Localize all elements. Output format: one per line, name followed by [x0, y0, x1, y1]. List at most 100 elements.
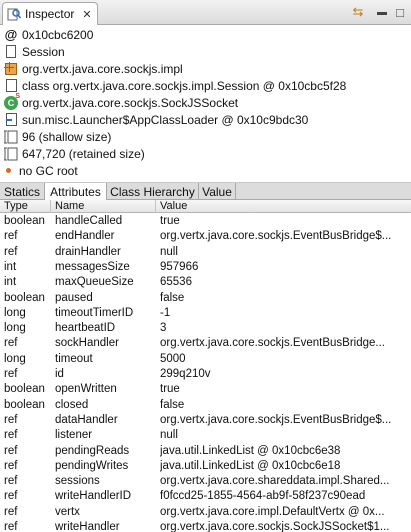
table-row[interactable]: ref id 299q210v [0, 367, 411, 382]
class-file-icon [4, 79, 18, 93]
superclass-row[interactable]: CS org.vertx.java.core.sockjs.SockJSSock… [4, 93, 239, 111]
attributes-table: Type Name Value boolean handleCalled true r… [0, 200, 411, 532]
table-row[interactable]: ref drainHandler null [0, 245, 411, 260]
cell-value: true [160, 383, 180, 396]
table-row[interactable]: int messagesSize 957966 [0, 260, 411, 275]
cell-value: 3 [160, 322, 167, 335]
maximize-icon[interactable]: □ [390, 3, 410, 21]
cell-name: timeout [55, 352, 93, 365]
tab-attributes[interactable]: Attributes [45, 183, 107, 200]
tab-value[interactable]: Value [199, 183, 236, 200]
class-icon: CS [4, 93, 20, 110]
column-header-type[interactable]: Type [0, 200, 51, 213]
cell-name: vertx [55, 505, 80, 518]
cell-value: null [160, 245, 178, 258]
retained-size-icon [4, 147, 18, 161]
table-row[interactable]: ref sessions org.vertx.java.core.shareddat… [0, 474, 411, 489]
cell-type: ref [4, 230, 18, 243]
cell-value: true [160, 215, 180, 227]
class-loader-value: sun.misc.Launcher$AppClassLoader @ 0x10c… [22, 112, 309, 127]
inspector-icon [7, 7, 22, 21]
table-row[interactable]: ref pendingReads java.util.LinkedList @ 0x… [0, 444, 411, 459]
table-row[interactable]: boolean paused false [0, 291, 411, 306]
cell-type: ref [4, 505, 18, 518]
cell-type: ref [4, 429, 18, 442]
cell-value: org.vertx.java.core.sockjs.EventBusBridg… [160, 230, 392, 243]
close-icon[interactable]: ✕ [82, 8, 91, 21]
column-header-value[interactable]: Value [156, 200, 411, 213]
class-object-row[interactable]: class org.vertx.java.core.sockjs.impl.Se… [4, 77, 346, 94]
cell-name: pendingWrites [55, 459, 129, 472]
package-icon [4, 62, 18, 76]
table-row[interactable]: boolean openWritten true [0, 382, 411, 397]
gc-root-dot-icon [6, 168, 11, 173]
minimize-icon[interactable]: ▬ [372, 3, 392, 21]
column-header-name[interactable]: Name [51, 200, 156, 213]
tab-statics[interactable]: Statics [0, 183, 45, 200]
cell-value: 299q210v [160, 368, 211, 380]
cell-type: long [4, 306, 26, 319]
cell-name: writeHandler [55, 521, 120, 532]
table-row[interactable]: int maxQueueSize 65536 [0, 275, 411, 290]
retained-size-row: 647,720 (retained size) [4, 145, 145, 162]
cell-value: org.vertx.java.core.sockjs.EventBusBridg… [160, 337, 385, 350]
shallow-size-value: 96 (shallow size) [22, 129, 112, 144]
cell-value: java.util.LinkedList @ 0x10cbc6e38 [160, 444, 341, 457]
object-summary: @ 0x10cbc6200 Session org.vertx.java.cor… [0, 25, 411, 183]
table-row[interactable]: ref vertx org.vertx.java.core.impl.Default… [0, 505, 411, 520]
table-row[interactable]: boolean handleCalled true [0, 214, 411, 229]
cell-name: writeHandlerID [55, 490, 132, 503]
cell-type: ref [4, 490, 18, 503]
address-icon: @ [4, 27, 18, 42]
cell-type: long [4, 322, 26, 335]
inspector-view-tab[interactable]: Inspector ✕ [2, 2, 98, 25]
table-row[interactable]: long heartbeatID 3 [0, 321, 411, 336]
cell-value: org.vertx.java.core.shareddata.impl.Shar… [160, 475, 390, 488]
class-loader-row[interactable]: sun.misc.Launcher$AppClassLoader @ 0x10c… [4, 111, 308, 128]
cell-type: ref [4, 521, 18, 532]
address-row: @ 0x10cbc6200 [4, 26, 94, 43]
table-row[interactable]: boolean closed false [0, 398, 411, 413]
cell-type: int [4, 276, 17, 289]
cell-value: org.vertx.java.core.sockjs.EventBusBridg… [160, 413, 392, 426]
cell-value: -1 [160, 306, 171, 319]
document-icon [4, 45, 18, 59]
cell-value: false [160, 398, 185, 411]
cell-value: 65536 [160, 276, 192, 289]
cell-name: timeoutTimerID [55, 306, 134, 319]
address-value: 0x10cbc6200 [22, 27, 94, 42]
cell-name: heartbeatID [55, 322, 116, 335]
table-row[interactable]: ref listener null [0, 428, 411, 443]
cell-name: sockHandler [55, 337, 119, 350]
cell-value: f0fccd25-1855-4564-ab9f-58f237c90ead [160, 490, 366, 503]
gc-root-value: no GC root [19, 163, 78, 178]
package-row: org.vertx.java.core.sockjs.impl [4, 60, 183, 77]
retained-size-value: 647,720 (retained size) [22, 146, 145, 161]
cell-type: ref [4, 444, 18, 457]
table-row[interactable]: ref writeHandler org.vertx.java.core.sockj… [0, 520, 411, 532]
cell-type: ref [4, 459, 18, 472]
cell-value: org.vertx.java.core.impl.DefaultVertx @ … [160, 505, 385, 518]
cell-value: false [160, 291, 185, 304]
table-row[interactable]: ref writeHandlerID f0fccd25-1855-4564-ab9f… [0, 489, 411, 504]
cell-name: maxQueueSize [55, 276, 134, 289]
table-row[interactable]: ref pendingWrites java.util.LinkedList @ 0… [0, 459, 411, 474]
table-row[interactable]: ref sockHandler org.vertx.java.core.sockjs… [0, 336, 411, 351]
table-row[interactable]: long timeoutTimerID -1 [0, 306, 411, 321]
package-value: org.vertx.java.core.sockjs.impl [22, 61, 183, 76]
table-row[interactable]: ref dataHandler org.vertx.java.core.sockjs… [0, 413, 411, 428]
cell-value: 5000 [160, 352, 186, 365]
cell-name: messagesSize [55, 260, 130, 273]
cell-name: id [55, 368, 64, 380]
cell-type: int [4, 260, 17, 273]
table-row[interactable]: ref endHandler org.vertx.java.core.sockjs.… [0, 229, 411, 244]
cell-name: openWritten [55, 383, 117, 396]
table-row[interactable]: long timeout 5000 [0, 352, 411, 367]
inspector-tab-title: Inspector [25, 7, 75, 21]
cell-type: boolean [4, 291, 45, 304]
cell-name: drainHandler [55, 245, 121, 258]
cell-value: 957966 [160, 260, 199, 273]
link-with-selection-icon[interactable]: ⇆ [348, 3, 368, 21]
tab-class-hierarchy[interactable]: Class Hierarchy [107, 183, 199, 200]
superclass-value: org.vertx.java.core.sockjs.SockJSSocket [22, 95, 239, 110]
